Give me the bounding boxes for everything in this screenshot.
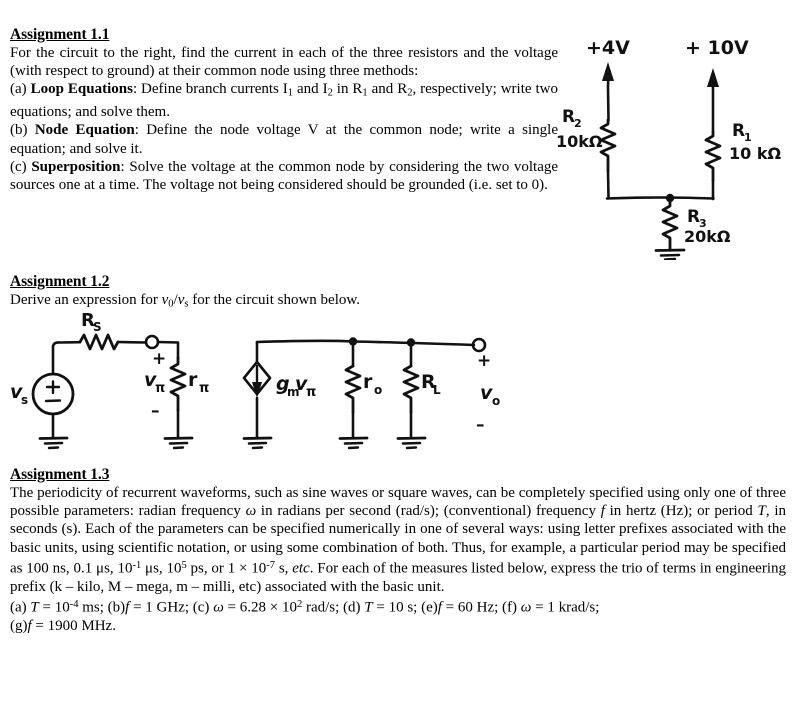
a13-T-1: T: [757, 503, 766, 520]
circuit2-dependent-current-source: [242, 360, 272, 398]
part-a-text-1: : Define branch currents I: [132, 81, 288, 98]
circuit2-label-ro-name: r: [363, 371, 373, 393]
part-a-text-3: in R: [332, 81, 363, 98]
a13-seg-6: ps, or 1 × 10: [186, 560, 267, 577]
part-a-text-2: and I: [293, 81, 328, 98]
circuit1-ground-symbol: [654, 248, 686, 260]
circuit1-resistor-r1: [704, 130, 722, 182]
item-d-marker: (d): [343, 599, 361, 616]
item-e-marker: (e): [421, 599, 438, 616]
circuit2-label-vs-sub: s: [21, 393, 28, 407]
circuit2-terminal-vpi: [144, 334, 160, 350]
circuit1-label-plus-4v: +4V: [586, 37, 630, 59]
a13-seg-5: μs, 10: [141, 560, 182, 577]
circuit1-wire-left-lower: [606, 169, 610, 200]
circuit2-label-rpi-name: r: [188, 369, 198, 391]
circuit2-label-vpi-sub: π: [155, 381, 165, 396]
item-a-var: T: [30, 599, 39, 616]
item-c-eq: = 6.28 × 10: [223, 599, 297, 616]
circuit2-ground-rpi: [163, 436, 194, 450]
circuit2-label-vpi-minus: –: [151, 401, 160, 421]
item-g-val: = 1900 MHz.: [31, 617, 116, 634]
circuit2-output-rail: [255, 339, 476, 347]
circuit1-label-r3-value: 20kΩ: [684, 227, 731, 246]
circuit2-label-vo-plus: +: [477, 351, 491, 371]
assignment-1-3-items-line-1: (a) T = 10-4 ms; (b)f = 1 GHz; (c) ω = 6…: [10, 596, 786, 617]
assignment-sheet-page: Assignment 1.1 For the circuit to the ri…: [0, 0, 796, 709]
item-a-marker: (a): [10, 599, 27, 616]
item-d-val: = 10 s;: [372, 599, 422, 616]
circuit2-label-rl-sub: L: [433, 383, 441, 397]
assignment-1-3-items-line-2: (g)f = 1900 MHz.: [10, 617, 786, 635]
item-c-marker: (c): [192, 599, 210, 616]
item-b-val: = 1 GHz;: [129, 599, 193, 616]
item-e-val: = 60 Hz;: [441, 599, 503, 616]
a13-seg-7: s,: [275, 560, 293, 577]
part-c-title: Superposition: [31, 158, 121, 175]
part-b-title: Node Equation: [34, 122, 135, 139]
item-a-eq: = 10: [38, 599, 70, 616]
circuit2-voltage-source-vs: [31, 372, 75, 416]
item-a-unit: ms;: [78, 599, 108, 616]
circuit2-ground-ro: [338, 436, 369, 450]
circuit1-node-rail: [605, 196, 715, 200]
circuit2-label-vo-sub: o: [492, 394, 500, 408]
item-f-marker: (f): [502, 599, 518, 616]
part-a-marker: (a): [10, 81, 27, 98]
item-d-var: T: [364, 599, 373, 616]
circuit-diagram-small-signal-model: R S v s + v π r π – g m v π r o R L + v …: [10, 310, 500, 450]
assignment-1-1-part-a: (a) Loop Equations: Define branch curren…: [10, 80, 558, 121]
circuit2-ground-dep-source: [242, 436, 273, 450]
circuit1-label-r2-value: 10kΩ: [556, 132, 603, 151]
a13-seg-3: in hertz (Hz); or period: [604, 503, 758, 520]
circuit1-left-source-arrow: [602, 62, 614, 122]
assignment-1-1-part-c: (c) Superposition: Solve the voltage at …: [10, 158, 558, 194]
a13-etc: etc: [292, 560, 310, 577]
assignment-1-1-part-b: (b) Node Equation: Define the node volta…: [10, 121, 558, 157]
circuit2-label-vo-minus: –: [476, 415, 485, 435]
circuit2-wire-rs-to-node: [116, 340, 148, 344]
circuit1-resistor-r2: [599, 118, 617, 173]
circuit2-ground-vs: [38, 436, 69, 450]
a13-exp-neg1: -1: [132, 559, 142, 571]
circuit2-resistor-rs: [78, 333, 120, 351]
assignment-1-3-heading: Assignment 1.3: [10, 466, 110, 483]
circuit1-label-r2-sub: 2: [574, 117, 582, 130]
circuit2-resistor-ro: [344, 364, 362, 414]
circuit2-label-ro-sub: o: [374, 383, 382, 397]
circuit2-label-vpi-plus: +: [152, 349, 166, 369]
part-c-marker: (c): [10, 158, 27, 175]
item-c-unit: rad/s;: [302, 599, 344, 616]
item-f-var: ω: [520, 599, 532, 616]
circuit1-resistor-r3: [661, 196, 679, 252]
circuit1-label-r1-sub: 1: [744, 131, 752, 144]
circuit-diagram-resistor-network: +4V + 10V R 2 10kΩ R 1 10 kΩ R 3 20kΩ: [556, 37, 781, 260]
a13-exp-neg7: -7: [266, 559, 276, 571]
circuit1-label-plus-10v: + 10V: [685, 37, 749, 59]
circuit2-resistor-rpi: [169, 356, 187, 412]
circuit2-label-rpi-sub: π: [199, 381, 209, 396]
assignment-1-3-paragraph: The periodicity of recurrent waveforms, …: [10, 484, 786, 596]
item-f-val: = 1 krad/s;: [531, 599, 600, 616]
item-c-var: ω: [213, 599, 224, 616]
part-a-text-4: and R: [367, 81, 408, 98]
assignment-1-2-heading: Assignment 1.2: [10, 273, 110, 290]
circuit1-right-source-arrow: [707, 68, 719, 134]
assignment-1-1-heading: Assignment 1.1: [10, 26, 110, 43]
a13-omega-1: ω: [245, 503, 257, 520]
part-a-title: Loop Equations: [30, 81, 133, 98]
assignment-1-1-intro: For the circuit to the right, find the c…: [10, 45, 558, 80]
assignment-1-1-body: For the circuit to the right, find the c…: [10, 44, 558, 194]
circuit2-label-dep-v-sub: π: [306, 385, 316, 400]
part-b-marker: (b): [10, 122, 28, 139]
circuit2-ground-rl: [396, 436, 427, 450]
circuit2-resistor-rl: [402, 364, 420, 414]
circuit2-label-rs-sub: S: [93, 320, 102, 334]
circuit2-wire-source-to-rs: [51, 340, 82, 376]
a13-seg-2: in radians per second (rad/s); (conventi…: [256, 503, 601, 520]
item-b-marker: (b): [107, 599, 126, 616]
item-g-marker: (g): [10, 617, 28, 634]
assignment-1-3-body: The periodicity of recurrent waveforms, …: [10, 484, 786, 635]
circuit1-label-r1-value: 10 kΩ: [729, 144, 781, 163]
